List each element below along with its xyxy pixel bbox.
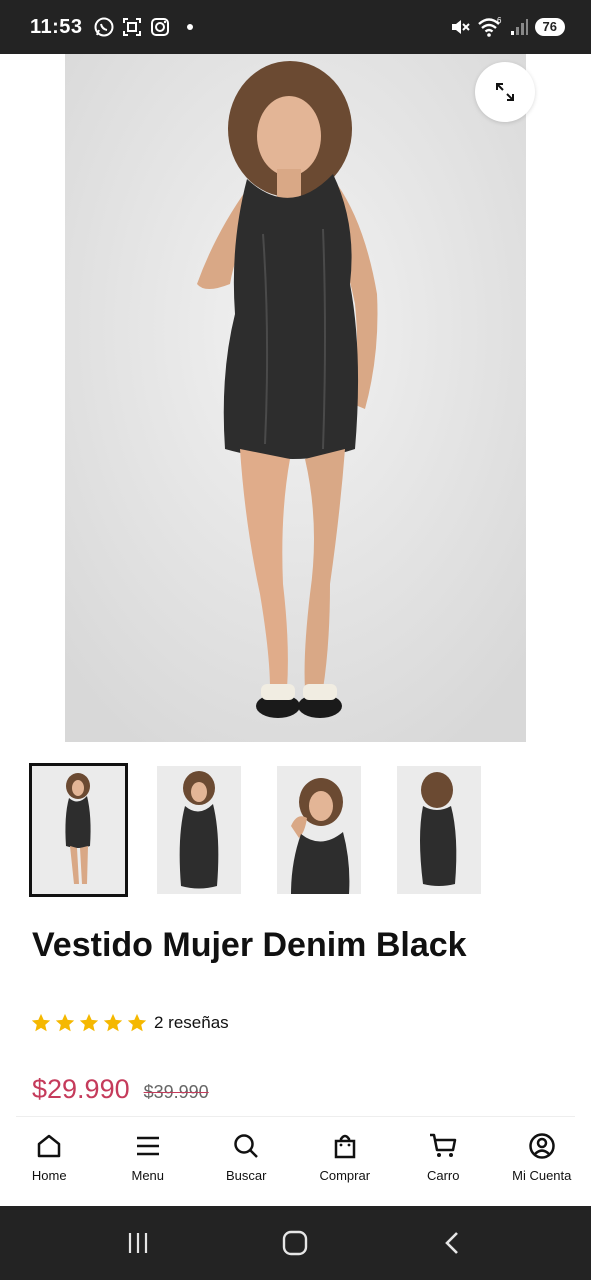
- bottom-nav: Home Menu Buscar Comprar Carro Mi Cuenta: [0, 1118, 591, 1206]
- screenshot-icon: [122, 18, 141, 36]
- home-icon: [38, 1134, 61, 1158]
- wifi-badge: 6: [497, 16, 502, 25]
- thumbnail-image: [277, 766, 361, 894]
- cart-icon: [430, 1133, 457, 1157]
- model-photo: [65, 54, 526, 742]
- search-icon: [234, 1134, 259, 1158]
- account-icon: [529, 1133, 555, 1159]
- nav-search[interactable]: Buscar: [197, 1118, 296, 1206]
- notification-dot-icon: [186, 24, 193, 30]
- nav-label: Menu: [131, 1168, 165, 1183]
- expand-image-button[interactable]: [475, 62, 535, 122]
- instagram-icon: [150, 18, 169, 36]
- price-current: $29.990: [32, 1074, 130, 1104]
- reviews-count-link[interactable]: 2 reseñas: [154, 1013, 229, 1033]
- star-icon: [103, 1013, 123, 1032]
- price-old: $39.990: [143, 1082, 209, 1102]
- status-bar: 11:53 6 76: [0, 0, 591, 54]
- nav-label: Comprar: [319, 1168, 371, 1183]
- nav-shop[interactable]: Comprar: [296, 1118, 395, 1206]
- nav-label: Mi Cuenta: [512, 1168, 572, 1183]
- battery-indicator: 76: [534, 18, 565, 36]
- home-button-icon[interactable]: [281, 1229, 309, 1257]
- nav-menu[interactable]: Menu: [99, 1118, 198, 1206]
- whatsapp-icon: [94, 17, 114, 37]
- thumbnail-2[interactable]: [157, 766, 241, 894]
- divider: [16, 1116, 575, 1117]
- expand-icon: [496, 83, 514, 101]
- back-icon[interactable]: [440, 1230, 466, 1256]
- product-title: Vestido Mujer Denim Black: [32, 926, 467, 964]
- status-left-icons: [93, 16, 193, 38]
- nav-home[interactable]: Home: [0, 1118, 99, 1206]
- nav-cart[interactable]: Carro: [394, 1118, 493, 1206]
- signal-icon: [510, 19, 528, 35]
- star-icon: [127, 1013, 147, 1032]
- thumbnail-4[interactable]: [397, 766, 481, 894]
- shopping-bag-icon: [334, 1134, 355, 1159]
- menu-icon: [136, 1136, 159, 1156]
- mute-icon: [451, 20, 470, 34]
- status-time: 11:53: [30, 15, 83, 38]
- thumbnail-3[interactable]: [277, 766, 361, 894]
- thumbnail-image: [32, 766, 125, 894]
- status-right: 6 76: [449, 16, 565, 38]
- thumbnail-image: [157, 766, 241, 894]
- product-rating[interactable]: 2 reseñas: [30, 1012, 229, 1034]
- star-icon: [55, 1013, 75, 1032]
- recent-apps-icon[interactable]: [125, 1230, 151, 1256]
- star-icon: [31, 1013, 51, 1032]
- nav-label: Home: [31, 1168, 67, 1183]
- thumbnail-gallery: [0, 763, 591, 897]
- system-nav-bar: [0, 1206, 591, 1280]
- nav-label: Carro: [426, 1168, 460, 1183]
- wifi-icon: 6: [477, 16, 502, 37]
- nav-account[interactable]: Mi Cuenta: [493, 1118, 591, 1206]
- star-icon: [79, 1013, 99, 1032]
- nav-label: Buscar: [226, 1168, 267, 1183]
- product-main-image[interactable]: [65, 54, 526, 742]
- thumbnail-image: [397, 766, 481, 894]
- price-row: $29.990 $39.990: [32, 1074, 209, 1105]
- thumbnail-1[interactable]: [29, 763, 128, 897]
